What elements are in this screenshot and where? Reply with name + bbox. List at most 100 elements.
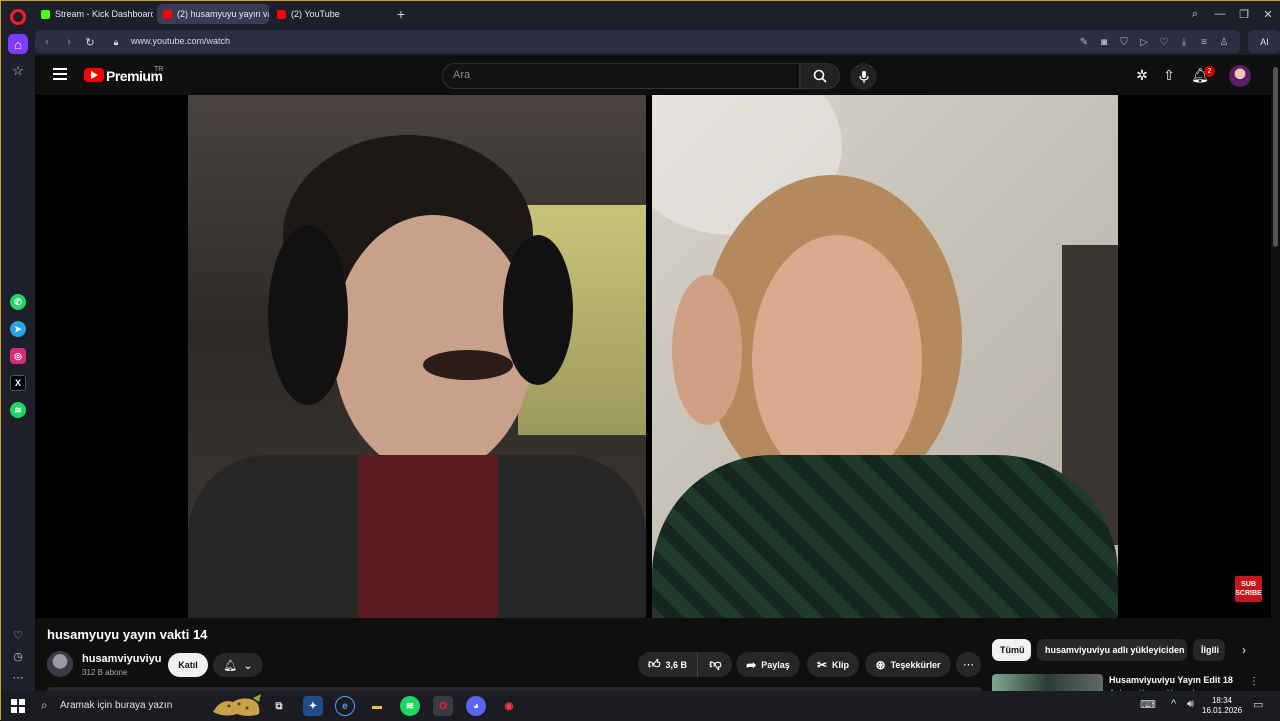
recommendation-menu-icon[interactable]: ⋮ xyxy=(1248,674,1260,688)
search-button[interactable] xyxy=(800,63,840,89)
close-button[interactable]: ✕ xyxy=(1259,5,1277,23)
notification-center-icon[interactable]: ▭ xyxy=(1253,698,1263,711)
page-scrollbar[interactable] xyxy=(1271,55,1280,691)
task-view-icon[interactable]: ⧉ xyxy=(269,696,289,716)
tab-search-icon[interactable]: ⌕ xyxy=(1186,5,1204,23)
spotify-icon[interactable]: ≋ xyxy=(400,696,420,716)
recommendation-title[interactable]: Husamviyuviyu Yayın Edit 18 xyxy=(1109,675,1233,685)
search-icon[interactable]: ⌕ xyxy=(41,698,48,713)
more-actions-button[interactable]: ⋯ xyxy=(956,652,981,677)
x-icon[interactable]: X xyxy=(10,375,26,391)
taskbar-search-input[interactable]: Aramak için buraya yazın xyxy=(60,700,172,711)
pin-icon[interactable]: ☆ xyxy=(8,61,28,81)
file-explorer-icon[interactable]: ▬ xyxy=(367,696,387,716)
keyboard-icon[interactable]: ⌨ xyxy=(1140,698,1156,711)
minimize-button[interactable]: — xyxy=(1211,5,1229,23)
menu-icon[interactable] xyxy=(53,68,67,80)
youtube-favicon-icon xyxy=(163,9,172,19)
camera-icon[interactable]: ◙ xyxy=(1097,35,1111,49)
youtube-favicon-icon xyxy=(277,9,286,19)
chip-from-uploader[interactable]: husamviyuviyu adlı yükleyiciden xyxy=(1037,639,1187,661)
recommendation-thumbnail[interactable] xyxy=(992,674,1103,691)
player-icon[interactable]: ▷ xyxy=(1137,35,1151,49)
subscribe-watermark[interactable]: SUB SCRIBE xyxy=(1235,576,1262,602)
edge-icon[interactable]: e xyxy=(335,696,355,716)
hand xyxy=(672,275,742,425)
search-input[interactable] xyxy=(453,69,783,81)
thumbs-down-icon: 👎︎ xyxy=(709,657,722,671)
thanks-button[interactable]: ⊛ Teşekkürler xyxy=(865,652,951,677)
account-avatar[interactable] xyxy=(1229,65,1251,87)
edit-icon[interactable]: ✎ xyxy=(1077,35,1091,49)
tab-kick-dashboard[interactable]: Stream - Kick Dashboard xyxy=(35,4,153,24)
instagram-icon[interactable]: ◎ xyxy=(10,348,26,364)
dislike-button[interactable]: 👎︎ xyxy=(699,652,732,677)
video-feed-left xyxy=(188,95,646,618)
face xyxy=(333,215,533,475)
microphone-icon xyxy=(858,70,869,83)
scrollbar-thumb[interactable] xyxy=(1273,67,1278,247)
ai-label: AI xyxy=(1260,36,1269,47)
download-icon[interactable]: ⤓ xyxy=(1177,35,1191,49)
tab-youtube-video[interactable]: (2) husamyuyu yayın vakti xyxy=(157,4,269,24)
url-text[interactable]: www.youtube.com/watch xyxy=(131,36,230,46)
opera-logo-icon[interactable] xyxy=(10,9,26,25)
share-button[interactable]: ➦ Paylaş xyxy=(736,652,800,677)
shield-icon[interactable]: ⛉ xyxy=(1117,35,1131,49)
back-icon[interactable]: ‹ xyxy=(39,34,55,50)
tray-expand-icon[interactable]: ^ xyxy=(1171,698,1176,710)
scissors-icon: ✂ xyxy=(816,657,828,672)
search-icon xyxy=(813,69,827,83)
heart-icon[interactable]: ♡ xyxy=(1157,35,1171,49)
reload-icon[interactable]: ↻ xyxy=(82,34,98,50)
opera-icon[interactable]: O xyxy=(433,696,453,716)
like-button[interactable]: 👍︎ 3,6 B xyxy=(638,652,698,677)
forward-icon[interactable]: › xyxy=(61,34,77,50)
chevron-right-icon[interactable]: › xyxy=(1236,642,1252,658)
windows-taskbar: ⌕ Aramak için buraya yazın ⧉ ✦ e ▬ ≋ O ◕… xyxy=(1,691,1280,721)
search-box[interactable] xyxy=(442,63,800,89)
home-icon[interactable]: ⌂ xyxy=(8,34,28,54)
app-icon[interactable]: ✦ xyxy=(303,696,323,716)
youtube-logo-icon[interactable] xyxy=(84,68,104,82)
kick-favicon-icon xyxy=(41,9,50,19)
volume-icon[interactable]: 🔊︎ xyxy=(1187,698,1194,711)
record-app-icon[interactable]: ◉ xyxy=(499,696,519,716)
windows-start-icon[interactable] xyxy=(11,699,25,713)
chip-related[interactable]: İlgili xyxy=(1193,639,1225,661)
restore-button[interactable]: ❐ xyxy=(1235,5,1253,23)
video-player[interactable]: SUB SCRIBE xyxy=(35,95,1271,618)
youtube-masthead: Premium TR ✲ ⇧ 🔔︎ 2 xyxy=(35,55,1271,95)
system-clock[interactable]: 18:34 16.01.2026 xyxy=(1202,696,1242,716)
join-button[interactable]: Katıl xyxy=(168,653,208,677)
heart-icon[interactable]: ♡ xyxy=(10,627,26,643)
telegram-icon[interactable]: ➤ xyxy=(10,321,26,337)
subscription-bell-button[interactable]: 🔔︎ ⌄ xyxy=(213,653,263,677)
ai-button[interactable]: AI xyxy=(1248,30,1280,53)
address-field[interactable]: ‹ › ↻ 🔒︎ www.youtube.com/watch ✎ ◙ ⛉ ▷ ♡… xyxy=(35,30,1240,53)
upload-icon[interactable]: ⇧ xyxy=(1159,65,1179,85)
more-icon[interactable]: ⋯ xyxy=(10,669,26,685)
clock-date: 16.01.2026 xyxy=(1202,706,1243,715)
clock-time: 18:34 xyxy=(1211,696,1233,705)
mustache xyxy=(423,350,513,380)
voice-search-button[interactable] xyxy=(850,63,877,90)
tab-youtube-home[interactable]: (2) YouTube xyxy=(271,4,386,24)
chip-all[interactable]: Tümü xyxy=(992,639,1031,661)
new-tab-button[interactable]: + xyxy=(392,5,410,23)
extension-icon[interactable]: ✲ xyxy=(1132,65,1152,85)
clip-button[interactable]: ✂ Klip xyxy=(807,652,859,677)
menu-icon[interactable]: ≡ xyxy=(1197,35,1211,49)
share-icon: ➦ xyxy=(746,657,757,672)
plaid-shirt xyxy=(652,455,1118,618)
discord-icon[interactable]: ◕ xyxy=(466,696,486,716)
channel-avatar[interactable] xyxy=(47,651,73,677)
headphone-left xyxy=(268,225,348,405)
thanks-icon: ⊛ xyxy=(875,657,886,672)
lock-icon[interactable]: 🔒︎ xyxy=(108,34,124,50)
spotify-icon[interactable]: ≋ xyxy=(10,402,26,418)
channel-name[interactable]: husamviyuviyu xyxy=(82,653,161,665)
profile-icon[interactable]: ♙ xyxy=(1217,35,1231,49)
whatsapp-icon[interactable]: ✆ xyxy=(10,294,26,310)
history-icon[interactable]: ◷ xyxy=(10,648,26,664)
